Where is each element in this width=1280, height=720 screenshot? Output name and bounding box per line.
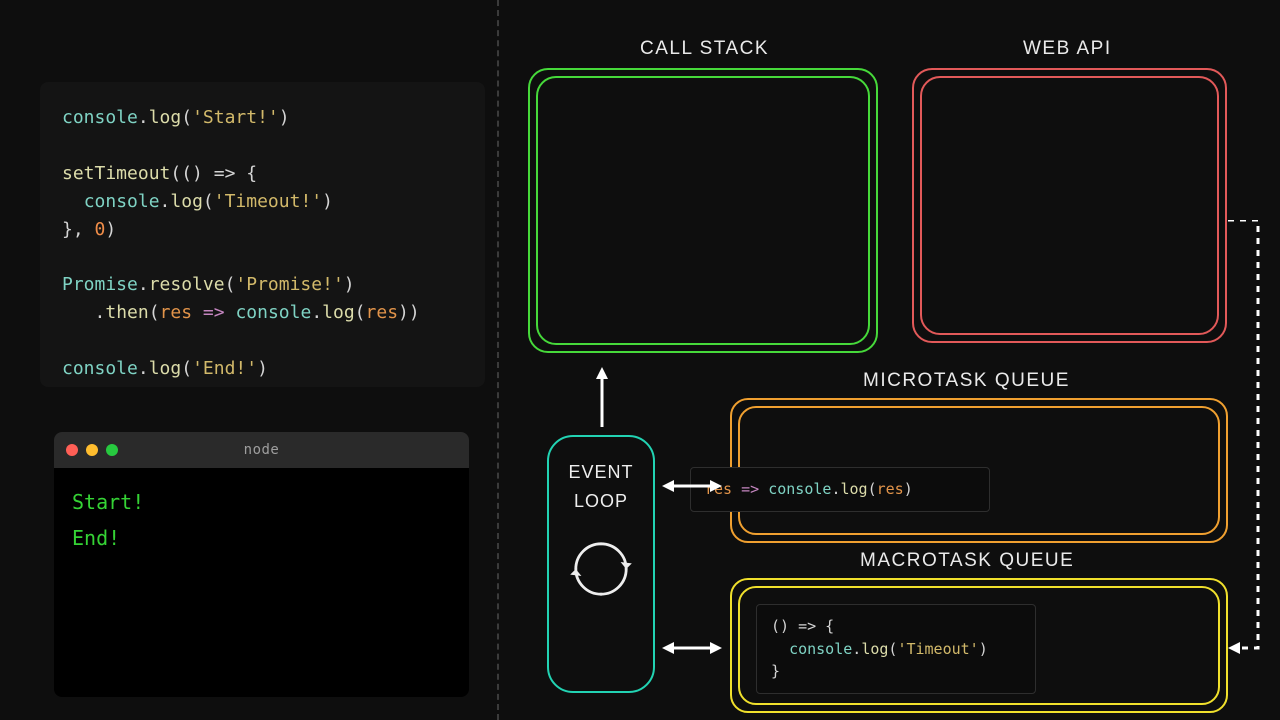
code-token: 0: [95, 219, 106, 240]
code-token: 'Start!': [192, 107, 279, 128]
double-arrow-icon: [662, 640, 722, 656]
code-token: log: [840, 480, 867, 498]
code-token: then: [105, 302, 148, 323]
code-token: 'Timeout': [897, 640, 978, 658]
code-token: res: [366, 302, 399, 323]
code-token: setTimeout: [62, 163, 170, 184]
macrotask-queue-label: MACROTASK QUEUE: [860, 550, 1074, 572]
code-token: console: [84, 191, 160, 212]
call-stack-label: CALL STACK: [640, 38, 769, 60]
code-token: () => {: [181, 163, 257, 184]
event-loop-label: LOOP: [574, 490, 628, 513]
microtask-queue-label: MICROTASK QUEUE: [863, 370, 1070, 392]
source-code-panel: console.log('Start!') setTimeout(() => {…: [40, 82, 485, 387]
code-token: log: [170, 191, 203, 212]
code-token: log: [149, 358, 182, 379]
terminal-output: Start! End!: [54, 468, 469, 572]
event-loop-diagram: console.log('Start!') setTimeout(() => {…: [0, 0, 1280, 720]
code-token: Promise: [62, 274, 138, 295]
code-token: 'Timeout!': [214, 191, 322, 212]
code-token: 'Promise!': [235, 274, 343, 295]
terminal-line: Start!: [72, 484, 451, 520]
code-token: log: [149, 107, 182, 128]
terminal-line: End!: [72, 520, 451, 556]
event-loop-label: EVENT: [568, 461, 633, 484]
code-token: console: [235, 302, 311, 323]
code-token: resolve: [149, 274, 225, 295]
code-token: res: [160, 302, 193, 323]
double-arrow-icon: [662, 478, 722, 494]
event-loop-box: EVENT LOOP: [547, 435, 655, 693]
code-token: res: [877, 480, 904, 498]
cycle-icon: [566, 534, 636, 608]
code-token: log: [322, 302, 355, 323]
macrotask-item: () => { console.log('Timeout') }: [756, 604, 1036, 694]
call-stack-box: [528, 68, 878, 353]
terminal-titlebar: node: [54, 432, 469, 468]
terminal-window: node Start! End!: [54, 432, 469, 697]
dashed-connector: [1228, 220, 1280, 664]
arrow-up-icon: [594, 367, 610, 427]
code-token: console: [789, 640, 852, 658]
code-token: ): [105, 219, 116, 240]
code-token: }: [771, 662, 780, 680]
code-token: console: [62, 107, 138, 128]
code-token: =>: [741, 480, 759, 498]
web-api-box: [912, 68, 1227, 343]
code-token: console: [62, 358, 138, 379]
terminal-title: node: [54, 442, 469, 458]
vertical-divider: [497, 0, 499, 720]
web-api-label: WEB API: [1023, 38, 1112, 60]
microtask-item: res => console.log(res): [690, 467, 990, 512]
code-token: },: [62, 219, 95, 240]
code-token: 'End!': [192, 358, 257, 379]
code-token: () => {: [771, 617, 834, 635]
code-token: console: [768, 480, 831, 498]
code-token: log: [861, 640, 888, 658]
code-token: =>: [203, 302, 225, 323]
